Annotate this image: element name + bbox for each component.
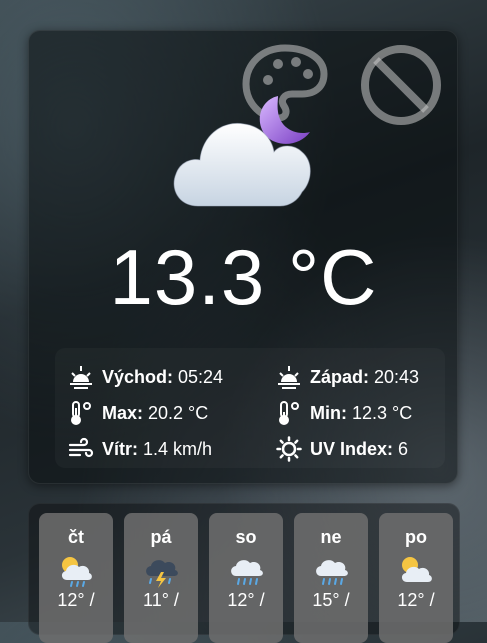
cloud-rain-icon (231, 560, 263, 585)
forecast-day-card[interactable]: pá 11° / (124, 513, 198, 643)
wind-row: Vítr: 1.4 km/h (68, 436, 212, 462)
forecast-day-temp: 15° / (312, 590, 350, 610)
sun-cloud-rain-icon (61, 557, 92, 587)
sunrise-value: 05:24 (178, 366, 224, 387)
wind-label: Vítr: (102, 438, 138, 459)
forecast-day-card[interactable]: po 12° / (379, 513, 453, 643)
sunrise-row: Východ: 05:24 (68, 364, 223, 390)
thunderstorm-icon (146, 560, 178, 588)
min-temp-row: Min: 12.3 °C (276, 400, 412, 426)
cloud-moon-icon (173, 96, 311, 207)
forecast-day-card[interactable]: so 12° / (209, 513, 283, 643)
max-label: Max: (102, 402, 144, 423)
wind-value: 1.4 km/h (143, 438, 213, 459)
forecast-day-temp: 12° / (397, 590, 435, 610)
forecast-day-name: so (235, 527, 257, 547)
uv-value: 6 (398, 438, 409, 459)
forecast-day-temp: 12° / (57, 590, 95, 610)
sunset-icon (278, 366, 300, 389)
min-value: 12.3 °C (351, 402, 413, 423)
sunset-value: 20:43 (374, 366, 420, 387)
forecast-day-temp: 12° / (227, 590, 265, 610)
block-icon[interactable] (356, 40, 446, 130)
max-value: 20.2 °C (148, 402, 209, 423)
forecast-day-name: pá (150, 527, 172, 547)
sunset-row: Západ: 20:43 (276, 364, 419, 390)
forecast-day-name: po (405, 527, 427, 547)
sun-cloud-icon (401, 557, 432, 582)
max-temp-row: Max: 20.2 °C (68, 400, 208, 426)
uv-label: UV Index: (310, 438, 394, 459)
thermometer-hot-icon (71, 401, 91, 425)
min-label: Min: (310, 402, 347, 423)
wind-icon (68, 437, 94, 458)
cloud-rain-icon (316, 560, 348, 585)
uv-row: UV Index: 6 (276, 436, 408, 462)
forecast-day-name: čt (67, 527, 84, 547)
forecast-day-name: ne (320, 527, 342, 547)
forecast-day-temp: 11° / (143, 590, 179, 610)
sunrise-label: Východ: (102, 366, 174, 387)
sunrise-icon (70, 366, 92, 389)
forecast-day-card[interactable]: čt 12° / (39, 513, 113, 643)
sunset-label: Západ: (310, 366, 370, 387)
current-temperature: 13.3 °C (109, 233, 378, 321)
forecast-day-card[interactable]: ne 15° / (294, 513, 368, 643)
sun-uv-icon (276, 436, 302, 462)
thermometer-cold-icon (279, 401, 299, 425)
